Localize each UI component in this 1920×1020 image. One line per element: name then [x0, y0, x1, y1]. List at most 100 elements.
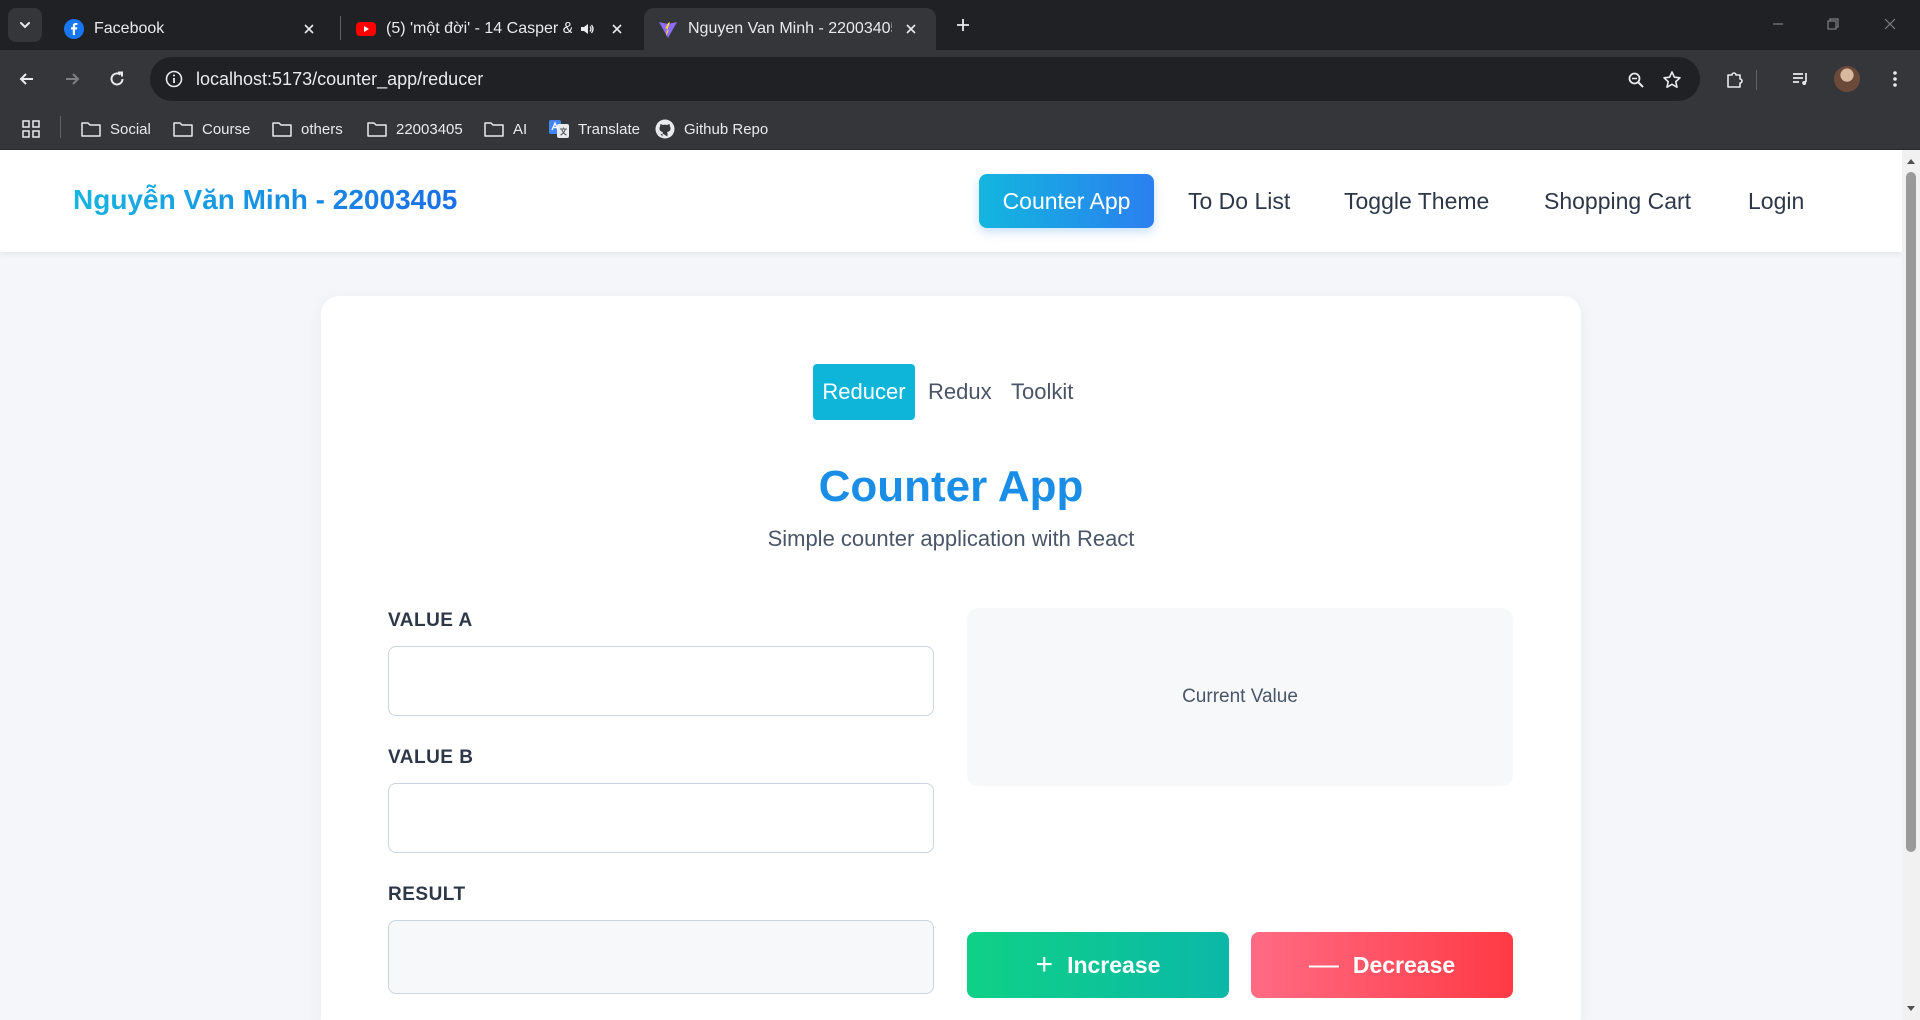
close-icon [1884, 18, 1896, 30]
counter-subtitle: Simple counter application with React [767, 526, 1135, 551]
tab-title: (5) 'một đời' - 14 Casper & Bon [386, 20, 572, 37]
minus-icon: — [1308, 948, 1339, 981]
bookmark-others[interactable]: others [271, 116, 343, 142]
restore-button[interactable] [1813, 8, 1853, 40]
arrow-right-icon [66, 73, 80, 85]
tab-counter-app[interactable]: Nguyen Van Minh - 22003405 [644, 8, 936, 50]
folder-icon [366, 119, 388, 139]
bookmark-github-repo[interactable]: Github Repo [654, 116, 768, 142]
minimize-icon [1773, 23, 1783, 25]
site-navbar: Nguyễn Văn Minh - 22003405 Counter App T… [0, 150, 1902, 252]
plus-icon: + [1035, 948, 1054, 981]
close-tab-icon[interactable] [606, 18, 628, 40]
result-field[interactable] [388, 920, 934, 994]
back-button[interactable] [10, 62, 44, 96]
youtube-icon [356, 19, 376, 39]
tab-title: Nguyen Van Minh - 22003405 [688, 20, 892, 37]
bookmark-label: 22003405 [396, 120, 463, 138]
nav-toggle-theme[interactable]: Toggle Theme [1322, 174, 1511, 228]
tab-separator [340, 16, 341, 40]
nav-to-do-list[interactable]: To Do List [1166, 174, 1312, 228]
vite-icon [658, 19, 678, 39]
media-controls-button[interactable] [1784, 62, 1818, 96]
puzzle-icon [1727, 72, 1743, 88]
tab-search-button[interactable] [8, 8, 42, 42]
restore-icon [1827, 18, 1839, 30]
decrease-label: Decrease [1352, 951, 1456, 978]
toolbar-separator [1756, 70, 1757, 90]
bookmark-label: AI [513, 120, 528, 138]
github-icon [654, 119, 676, 139]
close-window-button[interactable] [1870, 8, 1910, 40]
folder-icon [80, 119, 102, 139]
media-queue-icon [1793, 73, 1807, 85]
arrow-left-icon [19, 73, 33, 85]
bookmark-course[interactable]: Course [172, 116, 250, 142]
increase-label: Increase [1067, 951, 1161, 978]
profile-avatar[interactable] [1834, 66, 1860, 92]
increase-button[interactable]: + Increase [967, 932, 1229, 998]
bookmark-label: Translate [578, 120, 640, 138]
bookmark-translate[interactable]: Translate [548, 116, 640, 142]
current-value-panel: Current Value [967, 608, 1513, 786]
result-label: RESULT [388, 884, 466, 905]
bookmark-star-icon[interactable] [1658, 66, 1686, 94]
forward-button[interactable] [55, 62, 89, 96]
value-a-label: VALUE A [388, 610, 473, 631]
google-translate-icon [548, 119, 570, 139]
address-bar[interactable]: localhost:5173/counter_app/reducer [150, 57, 1700, 101]
nav-login[interactable]: Login [1726, 174, 1826, 228]
zoom-icon[interactable] [1622, 66, 1650, 94]
decrease-button[interactable]: — Decrease [1251, 932, 1513, 998]
site-brand[interactable]: Nguyễn Văn Minh - 22003405 [73, 184, 457, 216]
subtab-reducer[interactable]: Reducer [813, 364, 915, 420]
tab-title: Facebook [94, 20, 165, 37]
counter-card: Reducer Redux Toolkit Counter App Simple… [321, 296, 1581, 1020]
bookmark-label: Github Repo [684, 120, 769, 138]
chevron-down-icon [20, 22, 30, 29]
minimize-button[interactable] [1758, 8, 1798, 40]
page-scrollbar[interactable] [1902, 150, 1920, 1020]
new-tab-button[interactable] [948, 10, 978, 40]
facebook-icon [64, 19, 84, 39]
tab-facebook[interactable]: Facebook [50, 8, 334, 50]
speaker-icon[interactable] [576, 18, 598, 40]
browser-toolbar: localhost:5173/counter_app/reducer [0, 50, 1920, 108]
site-info-icon[interactable] [160, 65, 188, 93]
reload-icon [110, 71, 124, 86]
url-text: localhost:5173/counter_app/reducer [196, 69, 484, 89]
bookmark-label: Course [202, 120, 251, 138]
reload-button[interactable] [100, 62, 134, 96]
folder-icon [271, 119, 293, 139]
bookmark-social[interactable]: Social [80, 116, 151, 142]
apps-grid-icon [20, 119, 42, 139]
more-vertical-icon [1893, 71, 1897, 87]
close-tab-icon[interactable] [900, 18, 922, 40]
bookmark-label: Social [110, 120, 151, 138]
bookmark-label: others [301, 120, 343, 138]
plus-icon [957, 19, 969, 31]
nav-shopping-cart[interactable]: Shopping Cart [1522, 174, 1713, 228]
counter-title: Counter App [818, 462, 1084, 511]
bookmarks-separator [60, 116, 61, 138]
subtab-redux[interactable]: Redux [916, 364, 1004, 420]
bookmark-22003405[interactable]: 22003405 [366, 116, 463, 142]
scrollbar-thumb[interactable] [1906, 172, 1916, 852]
value-b-label: VALUE B [388, 747, 474, 768]
folder-icon [483, 119, 505, 139]
extensions-button[interactable] [1718, 62, 1752, 96]
nav-counter-app[interactable]: Counter App [979, 174, 1154, 228]
browser-menu-button[interactable] [1878, 62, 1912, 96]
subtab-toolkit[interactable]: Toolkit [999, 364, 1085, 420]
value-b-input[interactable] [388, 783, 934, 853]
scroll-up-icon[interactable] [1906, 156, 1916, 166]
current-value-label: Current Value [1182, 686, 1298, 707]
close-tab-icon[interactable] [298, 18, 320, 40]
scroll-down-icon[interactable] [1906, 1004, 1916, 1014]
value-a-input[interactable] [388, 646, 934, 716]
apps-button[interactable] [20, 116, 50, 142]
tab-youtube[interactable]: (5) 'một đời' - 14 Casper & Bon [342, 8, 642, 50]
page-viewport: Nguyễn Văn Minh - 22003405 Counter App T… [0, 150, 1902, 1020]
browser-tab-strip: Facebook (5) 'một đời' - 14 Casper & Bon… [0, 0, 1920, 50]
bookmark-ai[interactable]: AI [483, 116, 527, 142]
